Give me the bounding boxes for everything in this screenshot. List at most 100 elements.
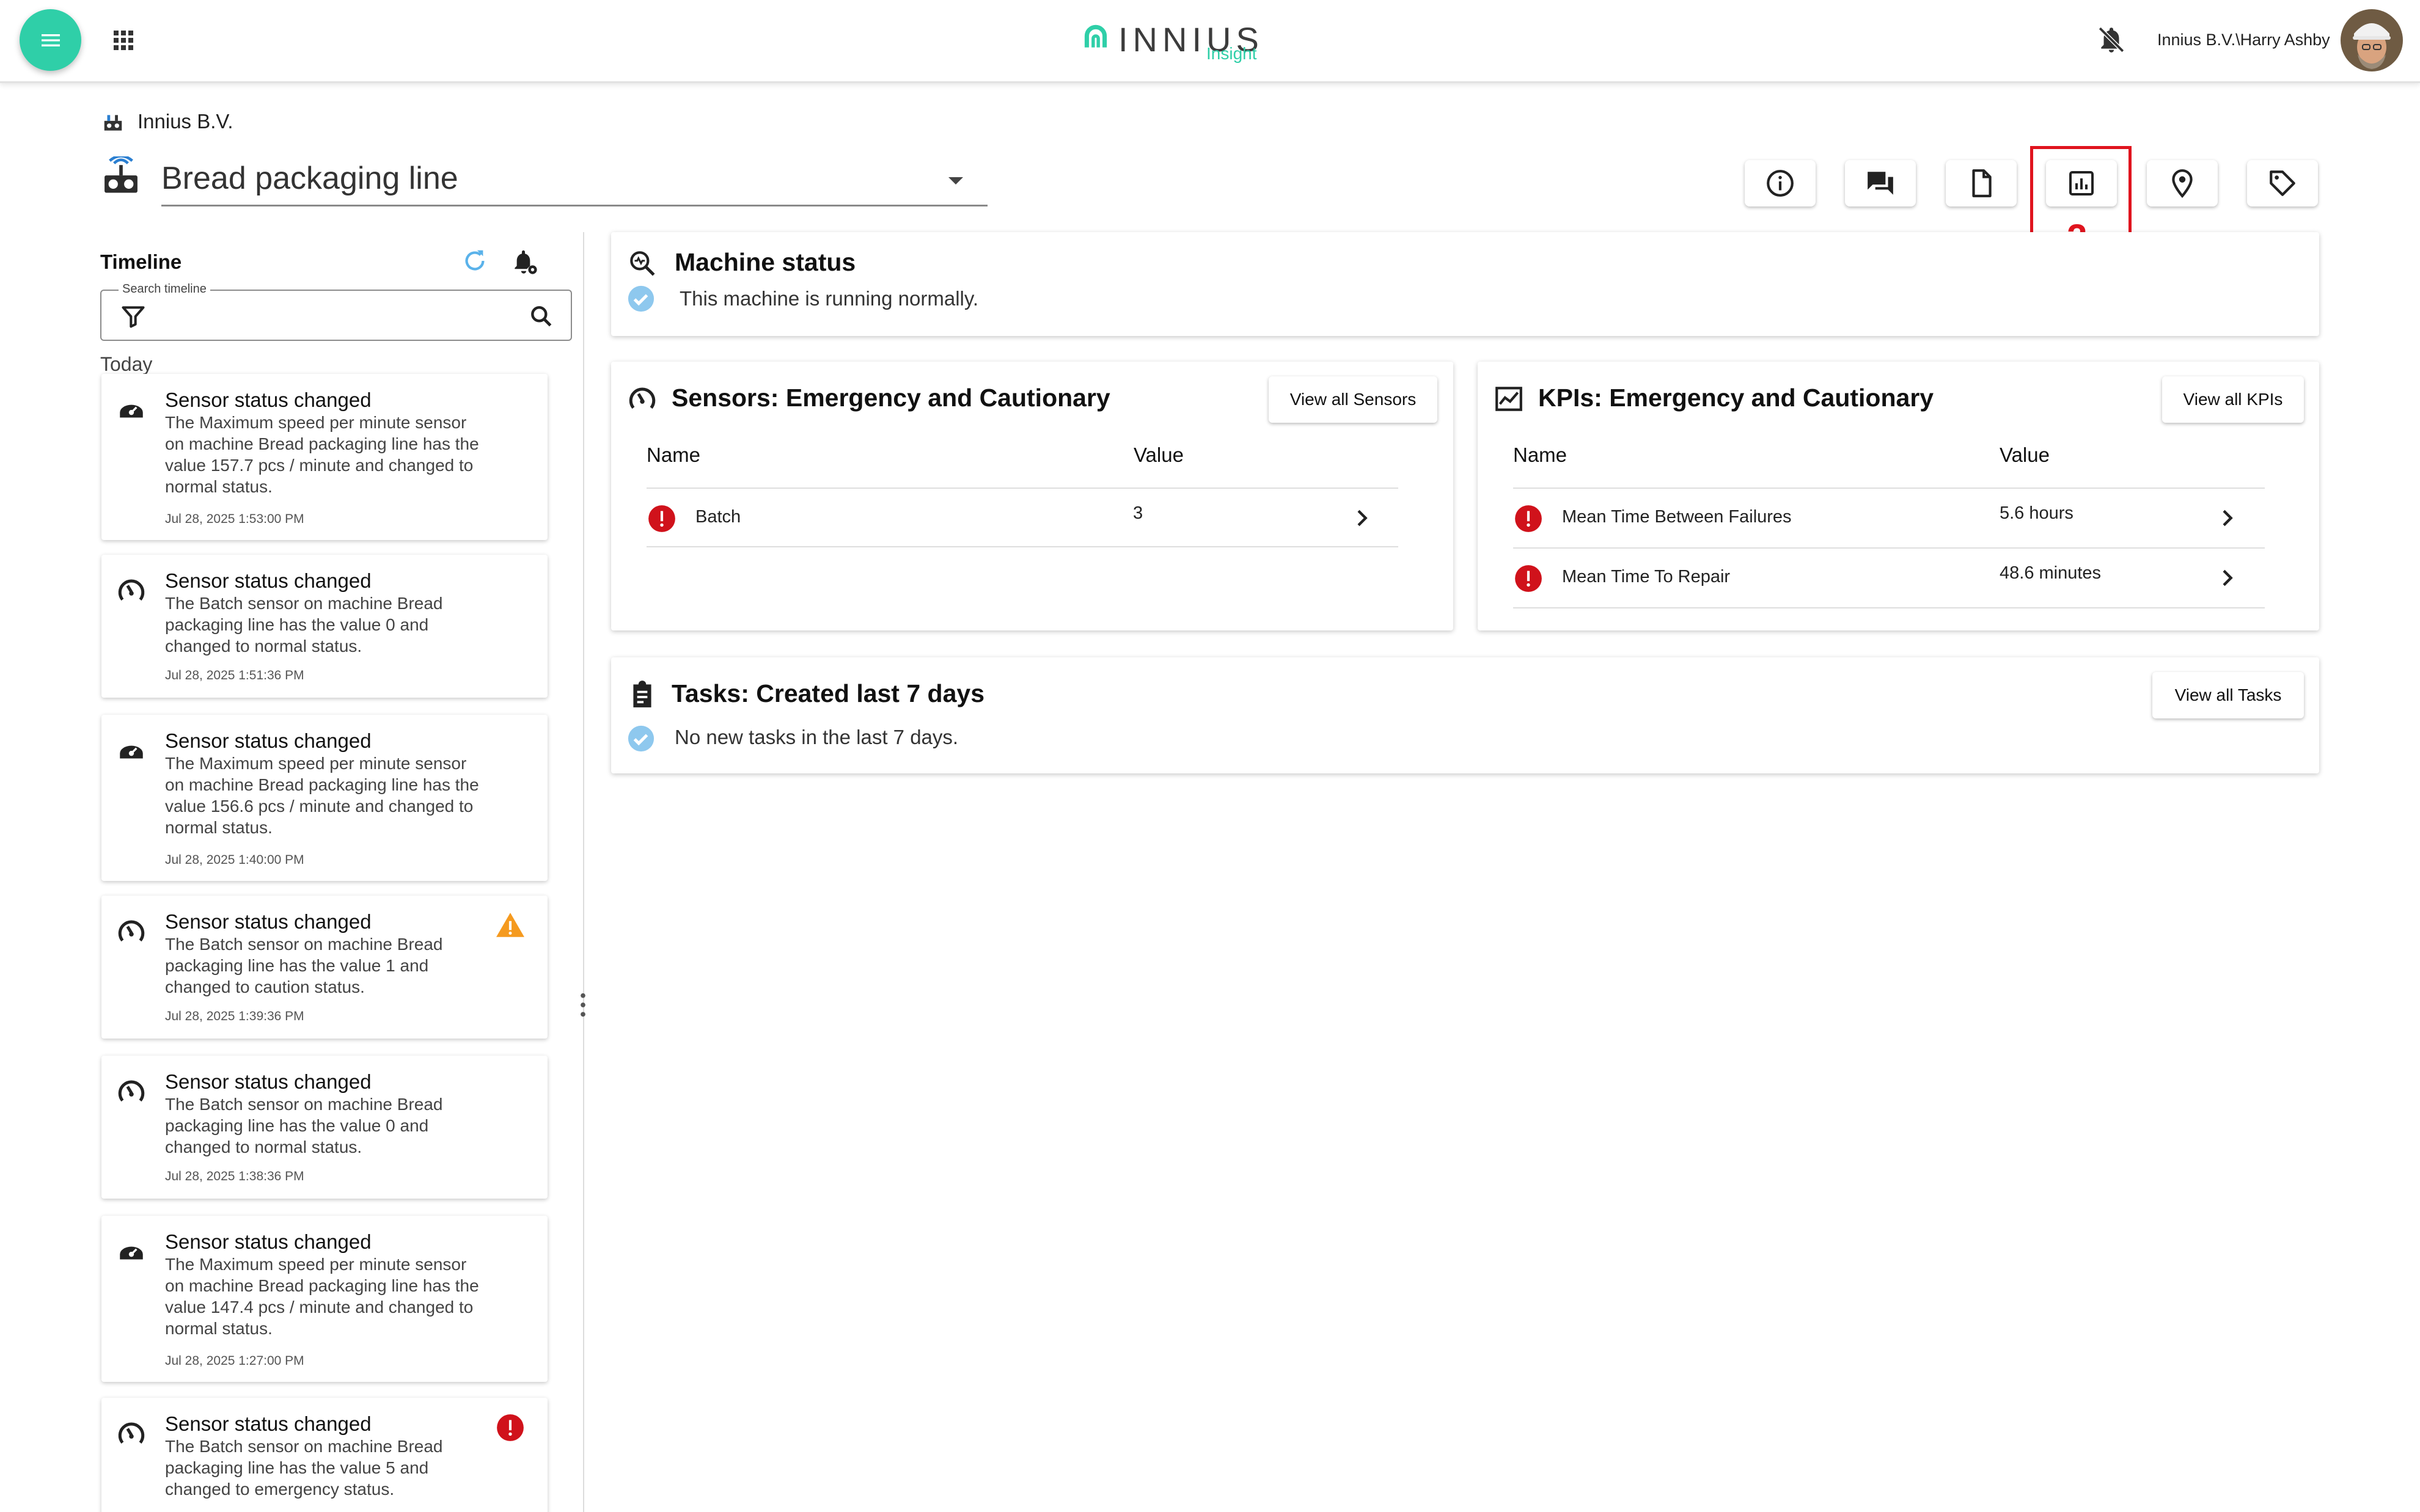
timeline-item[interactable]: Sensor status changed The Batch sensor o… (101, 1398, 548, 1512)
user-name[interactable]: Innius B.V.\Harry Ashby (2157, 31, 2330, 49)
check-circle-icon (628, 725, 654, 752)
company-icon (101, 111, 125, 134)
sensor-row[interactable]: Batch 3 (647, 489, 1398, 547)
error-icon (1515, 505, 1542, 532)
chat-button[interactable] (1845, 160, 1916, 206)
speed-sensor-icon (120, 404, 143, 418)
sensors-col-value: Value (1134, 444, 1184, 466)
gauge-icon (118, 1422, 145, 1444)
search-field-label: Search timeline (119, 282, 210, 296)
filter-button[interactable] (120, 303, 147, 330)
chevron-right-icon (1357, 509, 1368, 527)
hamburger-menu-icon (41, 34, 60, 46)
search-button[interactable] (528, 303, 555, 330)
timeline-item[interactable]: Sensor status changed The Batch sensor o… (101, 1056, 548, 1199)
timeline-item[interactable]: Sensor status changed The Maximum speed … (101, 374, 548, 540)
timeline-item-title: Sensor status changed (165, 1230, 372, 1253)
gauge-icon (118, 579, 145, 601)
document-icon (1972, 169, 1992, 197)
innius-logo[interactable]: INNIUS Insight (1080, 15, 1264, 64)
drag-dots-icon (581, 993, 585, 1017)
kpis-col-value: Value (2000, 444, 2050, 466)
timeline-item[interactable]: Sensor status changed The Batch sensor o… (101, 555, 548, 698)
tag-icon (2270, 170, 2295, 196)
filter-icon (122, 306, 145, 328)
innius-logo-icon (1084, 24, 1107, 48)
timeline-item-body: The Maximum speed per minute sensor on m… (165, 413, 479, 496)
resize-handle[interactable] (578, 991, 588, 1019)
timeline-item-title: Sensor status changed (165, 729, 372, 752)
kpi-value: 5.6 hours (2000, 503, 2074, 523)
timeline-item-body: The Batch sensor on machine Bread packag… (165, 935, 443, 996)
timeline-item-time: Jul 28, 2025 1:38:36 PM (165, 1169, 304, 1183)
view-all-kpis-button[interactable]: View all KPIs (2162, 376, 2304, 423)
timeline-item[interactable]: Sensor status changed The Maximum speed … (101, 1216, 548, 1382)
avatar-image (2341, 9, 2403, 71)
search-icon (531, 306, 552, 327)
machine-status-title: Machine status (675, 248, 856, 276)
info-icon (1767, 170, 1794, 197)
location-button[interactable] (2147, 160, 2218, 206)
kpi-value: 48.6 minutes (2000, 563, 2102, 583)
kpi-name: Mean Time To Repair (1562, 567, 1731, 586)
bell-settings-icon (515, 250, 537, 274)
forum-icon (1868, 172, 1893, 195)
notifications-button[interactable] (2096, 24, 2127, 55)
timeline-title: Timeline (100, 250, 182, 273)
refresh-icon (465, 250, 485, 271)
timeline-item-title: Sensor status changed (165, 1412, 372, 1435)
sensors-panel-title: Sensors: Emergency and Cautionary (672, 384, 1110, 412)
sensor-value: 3 (1133, 503, 1143, 523)
refresh-button[interactable] (461, 247, 489, 275)
location-pin-icon (2172, 169, 2193, 198)
timeline-item-body: The Maximum speed per minute sensor on m… (165, 754, 479, 837)
chevron-right-icon (2223, 569, 2233, 586)
chevron-right-icon (2223, 509, 2233, 527)
tasks-message: No new tasks in the last 7 days. (675, 726, 959, 748)
status-monitor-icon (630, 251, 655, 276)
gauge-icon (118, 920, 145, 942)
sensors-col-name: Name (647, 444, 701, 466)
trend-chart-icon (1495, 387, 1522, 411)
timeline-item-body: The Batch sensor on machine Bread packag… (165, 594, 443, 656)
timeline-item-time: Jul 28, 2025 1:39:36 PM (165, 1009, 304, 1023)
kpi-row[interactable]: Mean Time To Repair 48.6 minutes (1513, 549, 2265, 608)
error-icon (497, 1414, 524, 1441)
timeline-section-label: Today (100, 353, 153, 375)
kpi-row[interactable]: Mean Time Between Failures 5.6 hours (1513, 489, 2265, 549)
view-all-sensors-button[interactable]: View all Sensors (1269, 376, 1437, 423)
timeline-item-time: Jul 28, 2025 1:51:36 PM (165, 668, 304, 682)
kpis-panel: KPIs: Emergency and Cautionary View all … (1478, 362, 2319, 630)
top-app-bar: INNIUS Insight Innius B.V.\Harry Ashby (0, 0, 2420, 83)
timeline-item[interactable]: Sensor status changed The Batch sensor o… (101, 896, 548, 1039)
main-menu-button[interactable] (20, 9, 81, 71)
timeline-item[interactable]: Sensor status changed The Maximum speed … (101, 715, 548, 881)
machine-icon (100, 156, 142, 198)
apps-grid-button[interactable] (109, 26, 138, 55)
clipboard-list-icon (633, 681, 651, 707)
bell-off-icon (2098, 26, 2125, 53)
timeline-item-time: Jul 28, 2025 1:53:00 PM (165, 512, 304, 526)
check-circle-icon (628, 285, 654, 312)
kpi-name: Mean Time Between Failures (1562, 507, 1792, 527)
warning-icon (496, 913, 524, 937)
notification-settings-button[interactable] (510, 247, 540, 277)
machine-name: Bread packaging line (161, 161, 458, 196)
user-avatar[interactable] (2341, 9, 2403, 71)
documents-button[interactable] (1946, 160, 2017, 206)
sensor-name: Batch (695, 507, 741, 527)
error-icon (648, 505, 675, 532)
tasks-panel-title: Tasks: Created last 7 days (672, 679, 985, 707)
speed-sensor-icon (120, 1246, 143, 1260)
panel-divider (583, 232, 584, 1512)
tags-button[interactable] (2247, 160, 2318, 206)
view-all-tasks-button[interactable]: View all Tasks (2152, 672, 2304, 718)
timeline-item-body: The Batch sensor on machine Bread packag… (165, 1095, 443, 1156)
machine-selector[interactable]: Bread packaging line (161, 153, 988, 206)
logo-subtitle: Insight (1206, 44, 1257, 63)
timeline-item-body: The Batch sensor on machine Bread packag… (165, 1437, 443, 1499)
info-button[interactable] (1745, 160, 1816, 206)
gauge-icon (629, 387, 656, 409)
company-name[interactable]: Innius B.V. (138, 110, 233, 133)
timeline-search-field[interactable]: Search timeline (100, 282, 572, 341)
